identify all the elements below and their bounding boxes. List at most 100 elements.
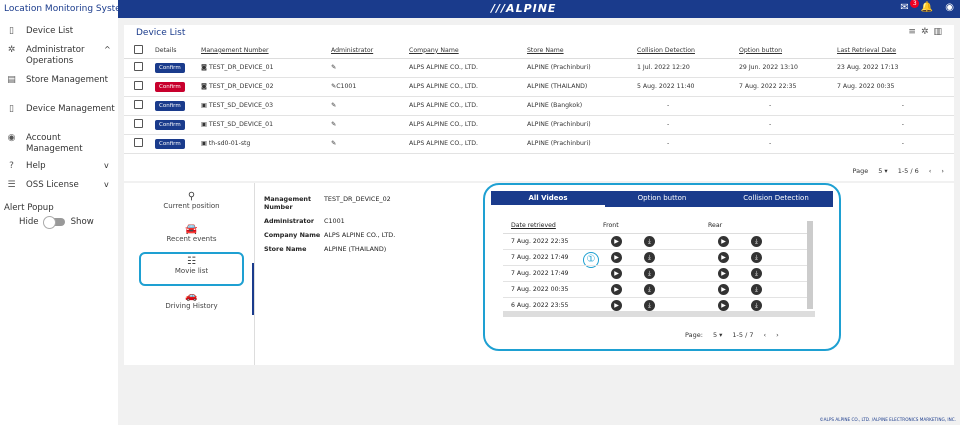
download-icon[interactable]: ⤓ bbox=[751, 283, 762, 295]
prev-page-icon[interactable]: ‹ bbox=[764, 331, 767, 339]
video-table: Date retrieved Front Rear 7 Aug. 2022 22… bbox=[503, 218, 813, 314]
row-checkbox[interactable] bbox=[134, 81, 143, 90]
download-icon[interactable]: ⤓ bbox=[751, 299, 762, 311]
play-icon[interactable]: ▶ bbox=[611, 251, 622, 263]
sidebar-item-account-management[interactable]: ◉ Account Management bbox=[0, 133, 118, 155]
row-checkbox[interactable] bbox=[134, 62, 143, 71]
sidebar-item-device-management[interactable]: ▯ Device Management bbox=[0, 104, 118, 115]
play-icon[interactable]: ▶ bbox=[611, 283, 622, 295]
table-row: Confirm ◙ TEST_DR_DEVICE_01 ✎ ALPS ALPIN… bbox=[124, 58, 954, 78]
sidebar-item-store-management[interactable]: ▤ Store Management bbox=[0, 75, 118, 86]
vertical-scrollbar[interactable] bbox=[807, 221, 813, 309]
alert-popup-toggle[interactable] bbox=[42, 216, 65, 229]
filter-icon[interactable]: ≡ bbox=[908, 27, 916, 37]
app-root: Location Monitoring System ▯ Device List… bbox=[0, 0, 960, 425]
confirm-button[interactable]: Confirm bbox=[155, 138, 185, 149]
play-icon[interactable]: ▶ bbox=[718, 283, 729, 295]
chevron-up-icon: ^ bbox=[104, 45, 111, 54]
edit-icon[interactable]: ✎ bbox=[331, 121, 336, 128]
download-icon[interactable]: ⤓ bbox=[644, 251, 655, 263]
col-option-button[interactable]: Option button bbox=[739, 43, 837, 59]
play-icon[interactable]: ▶ bbox=[718, 267, 729, 279]
download-icon[interactable]: ⤓ bbox=[751, 235, 762, 247]
edit-icon[interactable]: ✎ bbox=[331, 64, 336, 71]
chevron-down-icon: v bbox=[104, 161, 109, 170]
pager-range: 1-5 / 6 bbox=[897, 167, 919, 175]
detail-menu: ⚲ Current position 🚘 Recent events ☷ Mov… bbox=[124, 183, 255, 365]
col-administrator[interactable]: Administrator bbox=[331, 43, 409, 59]
sd-device-icon: ▣ bbox=[201, 140, 209, 147]
confirm-button[interactable]: Confirm bbox=[155, 81, 185, 92]
device-table: Details Management Number Administrator … bbox=[124, 43, 954, 154]
video-pager: Page: 5 ▾ 1-5 / 7 ‹ › bbox=[685, 331, 779, 339]
select-all-checkbox[interactable] bbox=[134, 44, 143, 54]
tab-all-videos[interactable]: All Videos bbox=[491, 191, 605, 207]
play-icon[interactable]: ▶ bbox=[611, 267, 622, 279]
columns-icon[interactable]: ▥ bbox=[933, 27, 942, 37]
col-collision-detection[interactable]: Collision Detection bbox=[637, 43, 739, 59]
menu-current-position[interactable]: ⚲ Current position bbox=[139, 191, 244, 210]
col-date-retrieved[interactable]: Date retrieved bbox=[503, 218, 603, 234]
edit-icon[interactable]: ✎ bbox=[331, 140, 336, 147]
col-last-retrieval-date[interactable]: Last Retrieval Date bbox=[837, 43, 954, 59]
sidebar-item-device-list[interactable]: ▯ Device List bbox=[0, 26, 118, 37]
col-front: Front bbox=[603, 218, 708, 234]
last-retrieval-date: - bbox=[837, 115, 954, 135]
confirm-button[interactable]: Confirm bbox=[155, 100, 185, 111]
menu-movie-list[interactable]: ☷ Movie list bbox=[139, 252, 244, 286]
next-page-icon[interactable]: › bbox=[776, 331, 779, 339]
edit-icon[interactable]: ✎ bbox=[331, 102, 336, 109]
download-icon[interactable]: ⤓ bbox=[751, 251, 762, 263]
play-icon[interactable]: ▶ bbox=[718, 235, 729, 247]
menu-recent-events[interactable]: 🚘 Recent events bbox=[139, 224, 244, 243]
play-icon[interactable]: ▶ bbox=[718, 251, 729, 263]
device-list-card: Device List ≡ ✲ ▥ Details Management Num… bbox=[124, 25, 954, 181]
collision-date: - bbox=[637, 96, 739, 116]
bell-icon[interactable]: 🔔 3 bbox=[910, 0, 933, 13]
download-icon[interactable]: ⤓ bbox=[644, 283, 655, 295]
sidebar: Location Monitoring System ▯ Device List… bbox=[0, 0, 129, 425]
play-icon[interactable]: ▶ bbox=[611, 299, 622, 311]
download-icon[interactable]: ⤓ bbox=[644, 235, 655, 247]
info-row: Management Number TEST_DR_DEVICE_02 bbox=[264, 195, 444, 211]
collision-date: 5 Aug. 2022 11:40 bbox=[637, 77, 739, 97]
account-icon[interactable]: ◉ bbox=[945, 2, 954, 13]
download-icon[interactable]: ⤓ bbox=[751, 267, 762, 279]
col-company-name[interactable]: Company Name bbox=[409, 43, 527, 59]
dashcam-icon: ◙ bbox=[201, 83, 209, 90]
page-size-select[interactable]: 5 ▾ bbox=[713, 331, 722, 339]
tab-option-button[interactable]: Option button bbox=[605, 191, 719, 207]
row-checkbox[interactable] bbox=[134, 100, 143, 109]
mail-icon[interactable]: ✉ bbox=[900, 2, 908, 13]
option-date: - bbox=[739, 115, 837, 135]
account-icon: ◉ bbox=[7, 133, 16, 143]
gear-icon[interactable]: ✲ bbox=[921, 27, 929, 37]
info-value: ALPS ALPINE CO., LTD. bbox=[324, 231, 396, 239]
page-size-select[interactable]: 5 ▾ bbox=[878, 167, 887, 175]
horizontal-scrollbar[interactable] bbox=[503, 311, 815, 317]
prev-page-icon[interactable]: ‹ bbox=[929, 167, 932, 175]
download-icon[interactable]: ⤓ bbox=[644, 299, 655, 311]
col-management-number[interactable]: Management Number bbox=[201, 43, 331, 59]
video-date: 7 Aug. 2022 17:49 bbox=[503, 265, 603, 282]
sidebar-item-help[interactable]: ? Help v bbox=[0, 161, 118, 172]
download-icon[interactable]: ⤓ bbox=[644, 267, 655, 279]
table-row: Confirm ▣ TEST_SD_DEVICE_01 ✎ ALPS ALPIN… bbox=[124, 115, 954, 135]
confirm-button[interactable]: Confirm bbox=[155, 62, 185, 73]
col-store-name[interactable]: Store Name bbox=[527, 43, 637, 59]
tab-collision-detection[interactable]: Collision Detection bbox=[719, 191, 833, 207]
sidebar-item-oss-license[interactable]: ☰ OSS License v bbox=[0, 180, 118, 191]
menu-driving-history[interactable]: 🚗 Driving History bbox=[139, 291, 244, 310]
sidebar-item-administrator-operations[interactable]: ✲ Administrator Operations ^ bbox=[0, 45, 118, 67]
company-name: ALPS ALPINE CO., LTD. bbox=[409, 115, 527, 135]
info-row: Store Name ALPINE (THAILAND) bbox=[264, 245, 444, 253]
row-checkbox[interactable] bbox=[134, 119, 143, 128]
device-list-title: Device List bbox=[136, 28, 186, 38]
next-page-icon[interactable]: › bbox=[941, 167, 944, 175]
store-name: ALPINE (THAILAND) bbox=[527, 77, 637, 97]
sd-device-icon: ▣ bbox=[201, 102, 209, 109]
play-icon[interactable]: ▶ bbox=[718, 299, 729, 311]
play-icon[interactable]: ▶ bbox=[611, 235, 622, 247]
row-checkbox[interactable] bbox=[134, 138, 143, 147]
confirm-button[interactable]: Confirm bbox=[155, 119, 185, 130]
